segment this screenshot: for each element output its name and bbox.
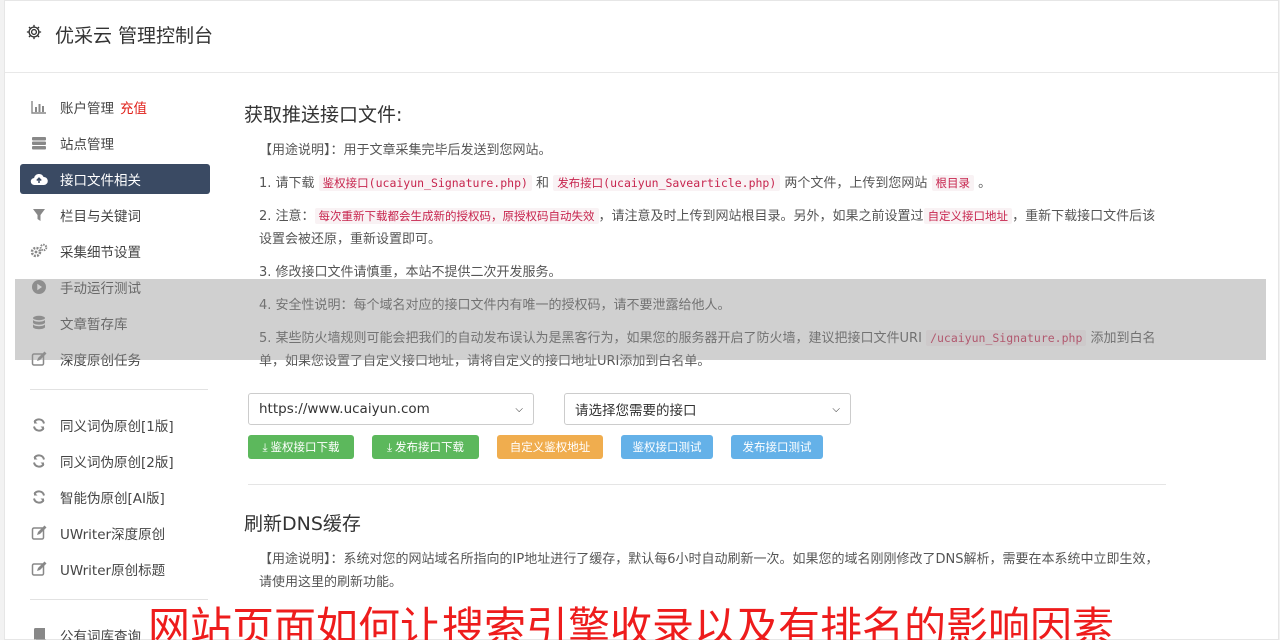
- sidebar-item-collect-settings[interactable]: 采集细节设置: [20, 236, 210, 266]
- button-label: 发布接口下载: [395, 440, 465, 454]
- refresh-icon: [30, 416, 48, 434]
- sidebar-item-label: 账户管理: [60, 101, 114, 117]
- sidebar-item-label: 接口文件相关: [60, 173, 141, 189]
- sidebar-item-label: 同义词伪原创[2版]: [60, 455, 174, 471]
- overlay-band: [15, 279, 1266, 360]
- sidebar-item-label: 智能伪原创[AI版]: [60, 491, 165, 507]
- gears-icon: [30, 242, 48, 260]
- sidebar: 账户管理 充值 站点管理 接口文件相关 栏目与关键词 采集细节设置 手动运行测试: [20, 92, 210, 640]
- sidebar-item-label: 站点管理: [60, 137, 114, 153]
- text-fragment: 。: [974, 176, 992, 191]
- usage-note: 【用途说明】：用于文章采集完毕后发送到您网站。: [259, 139, 1164, 162]
- sidebar-item-columns-keywords[interactable]: 栏目与关键词: [20, 200, 210, 230]
- button-label: 发布接口测试: [742, 440, 812, 454]
- edit-icon: [30, 560, 48, 578]
- sidebar-divider: [30, 389, 208, 390]
- app-header: 优采云 管理控制台: [5, 1, 1278, 73]
- book-icon: [30, 626, 48, 640]
- button-label: 鉴权接口下载: [270, 440, 340, 454]
- instruction-2: 2. 注意： 每次重新下载都会生成新的授权码，原授权码自动失效 ，请注意及时上传到网…: [259, 205, 1164, 251]
- text-fragment: 1. 请下载: [259, 176, 319, 191]
- auth-download-button[interactable]: ⤓ 鉴权接口下载: [248, 435, 354, 459]
- usage-text: ：系统对您的网站域名所指向的IP地址进行了缓存，默认每6小时自动刷新一次。如果您…: [259, 552, 1159, 590]
- gear-icon: [26, 24, 42, 40]
- section-title-interface: 获取推送接口文件:: [244, 104, 403, 126]
- refresh-icon: [30, 452, 48, 470]
- section-title-dns: 刷新DNS缓存: [244, 513, 361, 535]
- sidebar-item-uwriter-deep[interactable]: UWriter深度原创: [20, 518, 210, 548]
- sidebar-item-label: 公有词库查询: [60, 629, 141, 640]
- chevron-down-icon: ⌵: [832, 403, 840, 415]
- root-dir-code: 根目录: [931, 175, 975, 191]
- filter-icon: [30, 206, 48, 224]
- text-fragment: 2. 注意：: [259, 209, 315, 224]
- dns-usage-note: 【用途说明】：系统对您的网站域名所指向的IP地址进行了缓存，默认每6小时自动刷新…: [259, 548, 1164, 594]
- text-fragment: ，请注意及时上传到网站根目录。另外，如果之前设置过: [598, 209, 924, 224]
- site-select[interactable]: https://www.ucaiyun.com ⌵: [248, 393, 534, 425]
- publish-interface-code: 发布接口(ucaiyun_Savearticle.php): [553, 175, 781, 191]
- sidebar-item-label: UWriter深度原创: [60, 527, 166, 543]
- text-fragment: 两个文件，上传到您网站: [780, 176, 932, 191]
- publish-download-button[interactable]: ⤓ 发布接口下载: [372, 435, 479, 459]
- button-label: 鉴权接口测试: [632, 440, 702, 454]
- sidebar-item-synonym-v1[interactable]: 同义词伪原创[1版]: [20, 410, 210, 440]
- sidebar-item-label: 同义词伪原创[1版]: [60, 419, 174, 435]
- interface-select-value: 请选择您需要的接口: [575, 403, 697, 419]
- chevron-down-icon: ⌵: [515, 403, 523, 415]
- site-select-value: https://www.ucaiyun.com: [259, 401, 430, 417]
- warning-code: 每次重新下载都会生成新的授权码，原授权码自动失效: [314, 208, 599, 224]
- sidebar-item-label: 栏目与关键词: [60, 209, 141, 225]
- sidebar-item-label: 采集细节设置: [60, 245, 141, 261]
- sidebar-item-uwriter-title[interactable]: UWriter原创标题: [20, 554, 210, 584]
- watermark-caption: 网站页面如何让搜索引擎收录以及有排名的影响因素: [148, 603, 1115, 640]
- section-divider: [248, 484, 1166, 485]
- auth-test-button[interactable]: 鉴权接口测试: [621, 435, 713, 459]
- usage-tag: 【用途说明】: [259, 552, 331, 567]
- button-label: 自定义鉴权地址: [509, 440, 591, 454]
- auth-interface-code: 鉴权接口(ucaiyun_Signature.php): [318, 175, 532, 191]
- action-buttons: ⤓ 鉴权接口下载 ⤓ 发布接口下载 自定义鉴权地址 鉴权接口测试 发布接口测试: [248, 435, 1164, 459]
- sidebar-item-label: UWriter原创标题: [60, 563, 166, 579]
- sidebar-item-interface-files[interactable]: 接口文件相关: [20, 164, 210, 194]
- recharge-link[interactable]: 充值: [120, 97, 147, 117]
- text-fragment: 和: [531, 176, 554, 191]
- sidebar-item-sites[interactable]: 站点管理: [20, 128, 210, 158]
- cloud-upload-icon: [30, 170, 48, 188]
- instruction-1: 1. 请下载 鉴权接口(ucaiyun_Signature.php) 和 发布接…: [259, 172, 1164, 195]
- sidebar-item-account[interactable]: 账户管理 充值: [20, 92, 210, 122]
- download-icon: ⤓: [262, 439, 268, 454]
- select-row: https://www.ucaiyun.com ⌵ 请选择您需要的接口 ⌵: [248, 393, 1164, 425]
- interface-select[interactable]: 请选择您需要的接口 ⌵: [564, 393, 851, 425]
- download-icon: ⤓: [386, 439, 393, 454]
- publish-test-button[interactable]: 发布接口测试: [731, 435, 823, 459]
- sidebar-item-ai-rewrite[interactable]: 智能伪原创[AI版]: [20, 482, 210, 512]
- server-icon: [30, 134, 48, 152]
- sidebar-item-synonym-v2[interactable]: 同义词伪原创[2版]: [20, 446, 210, 476]
- bar-chart-icon: [30, 98, 48, 116]
- refresh-icon: [30, 488, 48, 506]
- app-title: 优采云 管理控制台: [55, 25, 214, 47]
- usage-text: ：用于文章采集完毕后发送到您网站。: [330, 143, 552, 158]
- usage-tag: 【用途说明】: [259, 143, 331, 158]
- custom-auth-button[interactable]: 自定义鉴权地址: [497, 435, 603, 459]
- custom-address-code: 自定义接口地址: [923, 208, 1013, 224]
- edit-icon: [30, 524, 48, 542]
